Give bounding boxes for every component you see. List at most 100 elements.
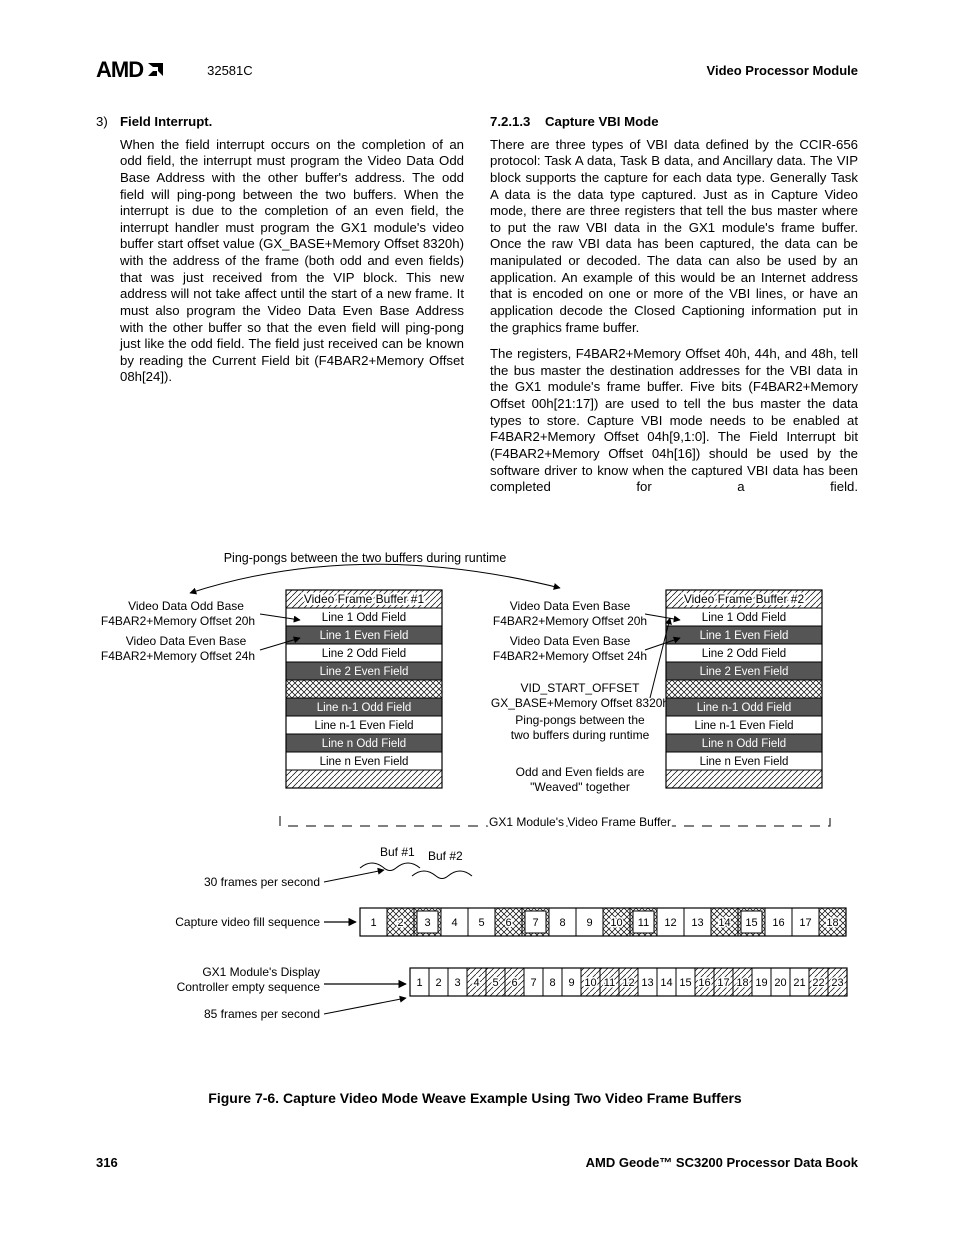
svg-text:18: 18 <box>736 977 748 989</box>
svg-text:GX_BASE+Memory Offset 8320h: GX_BASE+Memory Offset 8320h <box>491 696 669 710</box>
paragraph: The registers, F4BAR2+Memory Offset 40h,… <box>490 346 858 496</box>
right-column: 7.2.1.3 Capture VBI Mode There are three… <box>490 114 858 506</box>
heading-text: Capture VBI Mode <box>545 114 659 129</box>
svg-text:Line n-1 Even Field: Line n-1 Even Field <box>694 720 793 732</box>
svg-text:Line 1 Odd Field: Line 1 Odd Field <box>702 612 786 624</box>
svg-text:Buf #1: Buf #1 <box>380 845 415 859</box>
svg-text:Video Data Odd Base: Video Data Odd Base <box>128 599 244 613</box>
svg-text:Video Data Even Base: Video Data Even Base <box>510 634 631 648</box>
svg-text:two buffers during runtime: two buffers during runtime <box>511 728 650 742</box>
svg-text:7: 7 <box>532 917 538 929</box>
svg-text:19: 19 <box>755 977 767 989</box>
svg-text:8: 8 <box>559 917 565 929</box>
svg-text:9: 9 <box>586 917 592 929</box>
book-title: AMD Geode™ SC3200 Processor Data Book <box>586 1155 858 1170</box>
svg-text:Video Data Even Base: Video Data Even Base <box>126 634 247 648</box>
svg-text:Line n-1 Even Field: Line n-1 Even Field <box>314 720 413 732</box>
section-title: Video Processor Module <box>707 63 858 78</box>
svg-text:5: 5 <box>478 917 484 929</box>
svg-text:Video Frame Buffer #2: Video Frame Buffer #2 <box>684 592 805 606</box>
svg-text:Line n-1 Odd Field: Line n-1 Odd Field <box>317 702 412 714</box>
svg-text:2: 2 <box>397 917 403 929</box>
svg-text:12: 12 <box>664 917 676 929</box>
svg-text:VID_START_OFFSET: VID_START_OFFSET <box>521 681 641 695</box>
svg-text:Controller empty sequence: Controller empty sequence <box>177 980 321 994</box>
svg-text:7: 7 <box>530 977 536 989</box>
svg-text:10: 10 <box>584 977 596 989</box>
svg-text:3: 3 <box>424 917 430 929</box>
svg-text:Line n Odd Field: Line n Odd Field <box>322 738 406 750</box>
figure-caption: Figure 7-6. Capture Video Mode Weave Exa… <box>90 1090 860 1106</box>
left-column: 3) Field Interrupt. When the field inter… <box>96 114 464 506</box>
svg-text:Line n Even Field: Line n Even Field <box>700 756 789 768</box>
svg-text:GX1 Module's Display: GX1 Module's Display <box>202 965 320 979</box>
svg-text:F4BAR2+Memory Offset 24h: F4BAR2+Memory Offset 24h <box>101 649 255 663</box>
svg-text:15: 15 <box>745 917 757 929</box>
svg-text:"Weaved" together: "Weaved" together <box>530 780 630 794</box>
svg-text:Ping-pongs between the two buf: Ping-pongs between the two buffers durin… <box>224 551 507 565</box>
item-title: Field Interrupt. <box>120 114 212 129</box>
svg-text:11: 11 <box>638 917 649 929</box>
svg-text:16: 16 <box>772 917 784 929</box>
svg-text:Capture video fill sequence: Capture video fill sequence <box>175 915 320 929</box>
page-footer: 316 AMD Geode™ SC3200 Processor Data Boo… <box>96 1155 858 1170</box>
svg-text:Buf #2: Buf #2 <box>428 849 463 863</box>
page-header: AMD 32581C Video Processor Module <box>96 56 858 84</box>
svg-text:Ping-pongs between the: Ping-pongs between the <box>515 713 645 727</box>
amd-logo: AMD <box>96 57 167 83</box>
svg-text:20: 20 <box>774 977 786 989</box>
svg-text:14: 14 <box>718 917 730 929</box>
svg-text:GX1 Module's Video Frame Buffe: GX1 Module's Video Frame Buffer <box>489 815 671 829</box>
svg-text:Video Data Even Base: Video Data Even Base <box>510 599 631 613</box>
svg-text:3: 3 <box>454 977 460 989</box>
svg-text:F4BAR2+Memory Offset 24h: F4BAR2+Memory Offset 24h <box>493 649 647 663</box>
figure-7-6: Ping-pongs between the two buffers durin… <box>90 548 860 1108</box>
svg-text:13: 13 <box>691 917 703 929</box>
svg-text:10: 10 <box>610 917 622 929</box>
svg-text:Line 1 Even Field: Line 1 Even Field <box>320 630 409 642</box>
svg-text:18: 18 <box>826 917 838 929</box>
svg-text:17: 17 <box>717 977 729 989</box>
svg-text:4: 4 <box>473 977 479 989</box>
paragraph: There are three types of VBI data define… <box>490 137 858 337</box>
svg-text:Line 2 Odd Field: Line 2 Odd Field <box>322 648 406 660</box>
svg-text:Line 2 Odd Field: Line 2 Odd Field <box>702 648 786 660</box>
svg-text:Video Frame Buffer #1: Video Frame Buffer #1 <box>304 592 425 606</box>
svg-text:21: 21 <box>793 977 805 989</box>
svg-text:5: 5 <box>492 977 498 989</box>
svg-text:6: 6 <box>511 977 517 989</box>
svg-text:6: 6 <box>505 917 511 929</box>
svg-text:30 frames per second: 30 frames per second <box>204 875 320 889</box>
svg-text:23: 23 <box>831 977 843 989</box>
svg-text:4: 4 <box>451 917 457 929</box>
svg-text:Line 1 Odd Field: Line 1 Odd Field <box>322 612 406 624</box>
page-number: 316 <box>96 1155 118 1170</box>
svg-text:Line n Odd Field: Line n Odd Field <box>702 738 786 750</box>
doc-number: 32581C <box>207 63 253 78</box>
list-number: 3) <box>96 114 120 131</box>
svg-text:F4BAR2+Memory Offset 20h: F4BAR2+Memory Offset 20h <box>493 614 647 628</box>
svg-text:Line n Even Field: Line n Even Field <box>320 756 409 768</box>
svg-text:12: 12 <box>622 977 634 989</box>
svg-text:1: 1 <box>370 917 376 929</box>
item-body: When the field interrupt occurs on the c… <box>120 137 464 386</box>
svg-text:9: 9 <box>568 977 574 989</box>
svg-text:22: 22 <box>812 977 824 989</box>
svg-text:Line 2 Even Field: Line 2 Even Field <box>320 666 409 678</box>
svg-text:1: 1 <box>416 977 422 989</box>
svg-text:85 frames per second: 85 frames per second <box>204 1007 320 1021</box>
svg-text:Line 1 Even Field: Line 1 Even Field <box>700 630 789 642</box>
svg-text:Odd and Even fields are: Odd and Even fields are <box>516 765 645 779</box>
svg-text:Line n-1 Odd Field: Line n-1 Odd Field <box>697 702 792 714</box>
svg-text:Line 2 Even Field: Line 2 Even Field <box>700 666 789 678</box>
svg-text:13: 13 <box>641 977 653 989</box>
svg-text:14: 14 <box>660 977 672 989</box>
svg-text:16: 16 <box>698 977 710 989</box>
heading-number: 7.2.1.3 <box>490 114 530 129</box>
svg-text:8: 8 <box>549 977 555 989</box>
svg-text:11: 11 <box>604 977 615 989</box>
svg-text:F4BAR2+Memory Offset 20h: F4BAR2+Memory Offset 20h <box>101 614 255 628</box>
svg-text:2: 2 <box>435 977 441 989</box>
svg-text:17: 17 <box>799 917 811 929</box>
svg-text:15: 15 <box>679 977 691 989</box>
